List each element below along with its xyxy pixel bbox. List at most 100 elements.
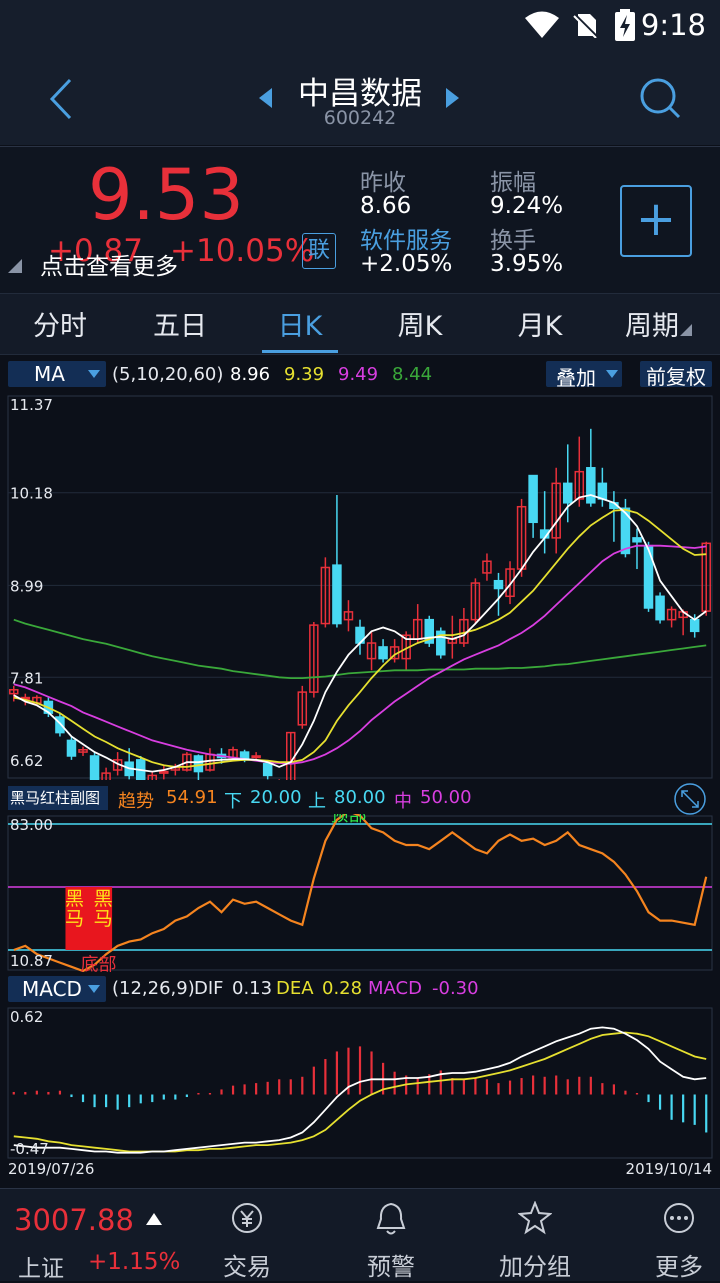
sub-indicator-title[interactable]: 黑马红柱副图: [8, 786, 108, 810]
quote-panel[interactable]: 9.53 +0.87 +10.05% 联 点击查看更多 昨收 8.66 软件服务…: [0, 146, 720, 293]
period-tabs: 分时 五日 日K 周K 月K 周期: [0, 293, 720, 355]
app-header: 中昌数据 600242: [0, 52, 720, 145]
upper-label: 上: [308, 791, 326, 812]
tab-five-day[interactable]: 五日: [120, 304, 240, 343]
ma-params: (5,10,20,60): [112, 364, 224, 385]
ma5-value: 8.96: [230, 364, 271, 385]
nav-add-group[interactable]: 加分组: [485, 1189, 585, 1281]
chevron-down-icon: [88, 985, 100, 993]
top-annotation: 预部: [330, 814, 366, 826]
ma20-value: 9.49: [338, 364, 379, 385]
y-tick-label: 8.99: [10, 577, 43, 595]
expand-corner-icon: [8, 259, 22, 273]
amplitude-label: 振幅: [490, 170, 536, 196]
candle-up: [251, 755, 261, 759]
candle-down: [66, 739, 77, 757]
add-watchlist-button[interactable]: +: [620, 185, 692, 257]
dif-label: DIF: [194, 978, 224, 999]
nav-add-group-label: 加分组: [499, 1253, 571, 1281]
ma-selector[interactable]: MA: [8, 361, 106, 387]
tab-daily-k[interactable]: 日K: [240, 304, 360, 343]
clock: 9:18: [640, 8, 706, 42]
linked-button[interactable]: 联: [302, 233, 336, 269]
candle-down: [597, 482, 608, 500]
y-tick-label: 10.87: [10, 952, 53, 970]
candle-down: [378, 646, 388, 660]
macd-selector-label: MACD: [22, 977, 82, 1001]
y-tick-label: 0.62: [10, 1008, 43, 1026]
search-icon[interactable]: [638, 76, 682, 120]
star-icon: [518, 1201, 552, 1235]
y-tick-label: 10.18: [10, 485, 53, 503]
nav-alert[interactable]: 预警: [341, 1189, 441, 1281]
candle-down: [655, 595, 665, 621]
candle-down: [632, 537, 642, 543]
active-tab-indicator: [262, 350, 338, 353]
prev-close-label: 昨收: [360, 170, 406, 196]
y-tick-label: 83.00: [10, 816, 53, 834]
x-end-date: 2019/10/14: [626, 1160, 712, 1178]
ma-selector-label: MA: [34, 362, 65, 386]
nav-trade[interactable]: 交易: [197, 1189, 297, 1281]
next-stock-arrow-icon[interactable]: [444, 88, 460, 108]
y-tick-label: 7.81: [10, 669, 43, 687]
adjust-button[interactable]: 前复权: [640, 361, 712, 389]
dark-horse-label: 黑: [65, 888, 84, 910]
candlestick-chart[interactable]: 11.37 10.18 8.99 7.81 6.62: [0, 392, 720, 780]
dea-value: 0.28: [322, 978, 363, 999]
prev-stock-arrow-icon[interactable]: [258, 88, 274, 108]
candle-down: [262, 763, 273, 777]
candle-down: [586, 467, 596, 504]
candle-down: [528, 474, 538, 524]
index-name: 上证: [18, 1256, 64, 1282]
tab-period[interactable]: 周期: [592, 304, 712, 343]
macd-selector[interactable]: MACD: [8, 976, 106, 1002]
no-sim-icon: [572, 12, 598, 38]
chevron-down-icon: [606, 370, 618, 378]
macd-value: -0.30: [432, 978, 479, 999]
bottom-annotation: 底部: [81, 954, 117, 972]
nav-more-label: 更多: [655, 1253, 703, 1281]
tab-monthly-k[interactable]: 月K: [480, 304, 600, 343]
sector-change: +2.05%: [360, 251, 453, 277]
dif-value: 0.13: [232, 978, 273, 999]
y-tick-label: 6.62: [10, 752, 43, 770]
x-start-date: 2019/07/26: [8, 1160, 94, 1178]
turnover-label: 换手: [490, 228, 536, 254]
macd-params: (12,26,9): [112, 978, 195, 999]
candle-down: [493, 579, 504, 590]
index-value[interactable]: 3007.88: [14, 1203, 134, 1237]
bottom-nav: 3007.88 上证 +1.15% 交易 预警 加分组 更多: [0, 1188, 720, 1282]
fullscreen-icon[interactable]: [672, 782, 708, 816]
y-tick-label: 11.37: [10, 396, 53, 414]
dark-horse-label: 马: [65, 908, 84, 930]
more-dots-icon: [664, 1203, 694, 1233]
y-tick-label: -0.47: [10, 1140, 49, 1158]
battery-charging-icon: [615, 9, 635, 41]
view-more-overlay[interactable]: 点击查看更多: [40, 247, 178, 281]
candle-down: [562, 482, 573, 504]
nav-more[interactable]: 更多: [629, 1189, 720, 1281]
dea-label: DEA: [276, 978, 314, 999]
price-change-pct: +10.05%: [170, 233, 315, 269]
lower-label: 下: [224, 791, 242, 812]
trade-icon: [232, 1203, 262, 1233]
back-chevron-icon[interactable]: [46, 78, 76, 120]
candle-down: [193, 755, 204, 773]
trend-label: 趋势: [118, 791, 154, 812]
turnover-value: 3.95%: [490, 251, 564, 277]
lower-value: 20.00: [250, 787, 302, 808]
macd-chart[interactable]: 0.62 -0.47 2019/07/26 2019/10/14: [0, 1006, 720, 1182]
candle-down: [55, 716, 65, 734]
index-up-arrow-icon: [146, 1213, 162, 1225]
sector-link[interactable]: 软件服务: [360, 221, 452, 255]
tab-weekly-k[interactable]: 周K: [360, 304, 480, 343]
tab-minute[interactable]: 分时: [0, 304, 120, 343]
amplitude-value: 9.24%: [490, 193, 564, 219]
bell-icon: [376, 1202, 406, 1235]
prev-close-value: 8.66: [360, 193, 412, 219]
trend-sub-chart[interactable]: 黑马黑马 预部底部 83.00 10.87: [0, 814, 720, 972]
overlay-selector[interactable]: 叠加: [546, 361, 622, 390]
status-bar: 9:18: [0, 0, 720, 52]
trend-value: 54.91: [166, 787, 218, 808]
